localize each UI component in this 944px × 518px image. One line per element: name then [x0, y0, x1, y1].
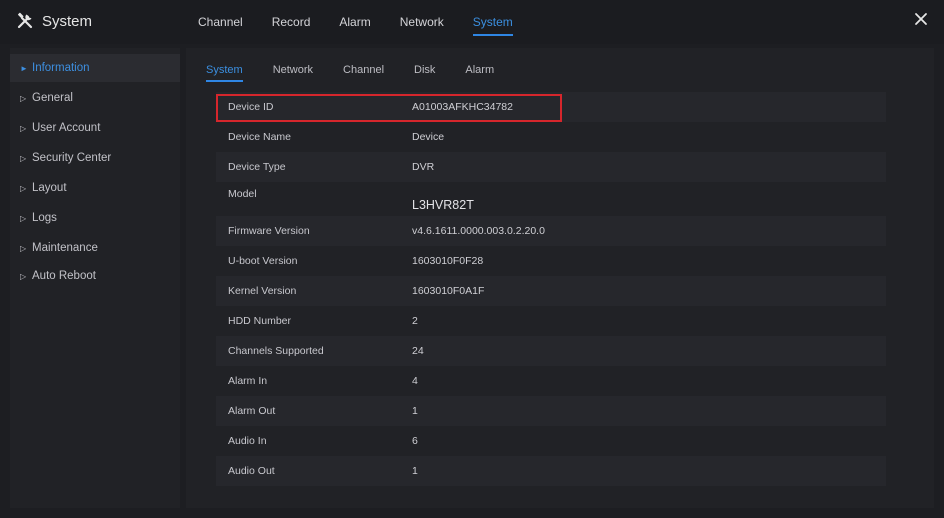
info-row-hdd-number: HDD Number 2 [216, 306, 886, 336]
sidebar-item-label: Logs [32, 212, 57, 224]
sidebar-item-label: User Account [32, 122, 101, 134]
top-tab-bar: Channel Record Alarm Network System [198, 0, 542, 44]
app-title: System [16, 9, 92, 33]
info-value: DVR [412, 161, 435, 173]
triangle-right-icon: ▷ [20, 153, 27, 163]
tab-network[interactable]: Network [400, 15, 444, 29]
sidebar-item-label: General [32, 92, 73, 104]
subtab-alarm[interactable]: Alarm [465, 64, 494, 76]
sidebar-item-label: Auto Reboot [32, 270, 96, 282]
info-row-alarm-in: Alarm In 4 [216, 366, 886, 396]
info-value: 2 [412, 315, 418, 327]
sidebar-item-label: Maintenance [32, 242, 98, 254]
info-row-kernel-version: Kernel Version 1603010F0A1F [216, 276, 886, 306]
main-panel: System Network Channel Disk Alarm Device… [186, 48, 934, 508]
sidebar-item-information[interactable]: ► Information [10, 54, 180, 82]
app-title-text: System [42, 12, 93, 30]
subtab-channel[interactable]: Channel [343, 64, 384, 76]
info-value: Device [412, 131, 445, 143]
info-label: Device Name [228, 131, 292, 143]
sidebar-item-general[interactable]: ▷ General [10, 84, 180, 112]
info-value: 1 [412, 465, 418, 477]
triangle-right-icon: ▷ [20, 213, 27, 223]
info-label: Device ID [228, 101, 274, 113]
subtab-network[interactable]: Network [273, 64, 313, 76]
sidebar-item-label: Layout [32, 182, 67, 194]
info-value: 1 [412, 405, 418, 417]
app-window: System Channel Record Alarm Network Syst… [0, 0, 944, 518]
triangle-right-icon: ► [20, 63, 28, 73]
info-label: HDD Number [228, 315, 292, 327]
info-row-model: Model L3HVR82T [216, 182, 886, 216]
info-label: Kernel Version [228, 285, 297, 297]
sidebar-item-label: Information [32, 62, 90, 74]
sidebar: ► Information ▷ General ▷ User Account ▷… [10, 48, 180, 508]
info-row-uboot-version: U-boot Version 1603010F0F28 [216, 246, 886, 276]
tab-system[interactable]: System [472, 15, 513, 36]
info-row-channels-supported: Channels Supported 24 [216, 336, 886, 366]
sidebar-item-user-account[interactable]: ▷ User Account [10, 114, 180, 142]
sidebar-item-security-center[interactable]: ▷ Security Center [10, 144, 180, 172]
tab-alarm[interactable]: Alarm [339, 15, 370, 29]
sidebar-item-maintenance[interactable]: ▷ Maintenance [10, 234, 180, 262]
info-label: Audio In [228, 435, 267, 447]
info-row-device-type: Device Type DVR [216, 152, 886, 182]
sidebar-item-logs[interactable]: ▷ Logs [10, 204, 180, 232]
info-value: 6 [412, 435, 418, 447]
info-label: Alarm In [228, 375, 268, 387]
info-value: A01003AFKHC34782 [412, 101, 513, 113]
sidebar-item-auto-reboot[interactable]: ▷ Auto Reboot [10, 262, 180, 290]
info-label: Model [228, 188, 257, 200]
triangle-right-icon: ▷ [20, 183, 27, 193]
info-value: v4.6.1611.0000.003.0.2.20.0 [412, 225, 545, 237]
info-value: 1603010F0F28 [412, 255, 484, 267]
sub-tab-bar: System Network Channel Disk Alarm [206, 60, 524, 82]
info-row-audio-out: Audio Out 1 [216, 456, 886, 486]
info-label: Firmware Version [228, 225, 310, 237]
info-row-device-id: Device ID A01003AFKHC34782 [216, 92, 886, 122]
top-bar: System Channel Record Alarm Network Syst… [0, 0, 944, 44]
info-value: 1603010F0A1F [412, 285, 485, 297]
info-label: Device Type [228, 161, 286, 173]
triangle-right-icon: ▷ [20, 93, 27, 103]
info-row-alarm-out: Alarm Out 1 [216, 396, 886, 426]
info-row-audio-in: Audio In 6 [216, 426, 886, 456]
sidebar-item-layout[interactable]: ▷ Layout [10, 174, 180, 202]
tab-record[interactable]: Record [272, 15, 311, 29]
triangle-right-icon: ▷ [20, 271, 27, 281]
info-row-device-name: Device Name Device [216, 122, 886, 152]
triangle-right-icon: ▷ [20, 123, 27, 133]
sidebar-item-label: Security Center [32, 152, 112, 164]
info-label: U-boot Version [228, 255, 298, 267]
info-value: L3HVR82T [412, 198, 474, 212]
tab-channel[interactable]: Channel [198, 15, 243, 29]
info-label: Alarm Out [228, 405, 276, 417]
subtab-system[interactable]: System [206, 64, 243, 82]
info-value: 4 [412, 375, 418, 387]
info-label: Channels Supported [228, 345, 324, 357]
info-row-firmware-version: Firmware Version v4.6.1611.0000.003.0.2.… [216, 216, 886, 246]
close-icon [915, 13, 927, 25]
close-button[interactable] [912, 10, 930, 28]
info-value: 24 [412, 345, 424, 357]
subtab-disk[interactable]: Disk [414, 64, 435, 76]
tools-icon [16, 12, 34, 30]
triangle-right-icon: ▷ [20, 243, 27, 253]
info-label: Audio Out [228, 465, 275, 477]
